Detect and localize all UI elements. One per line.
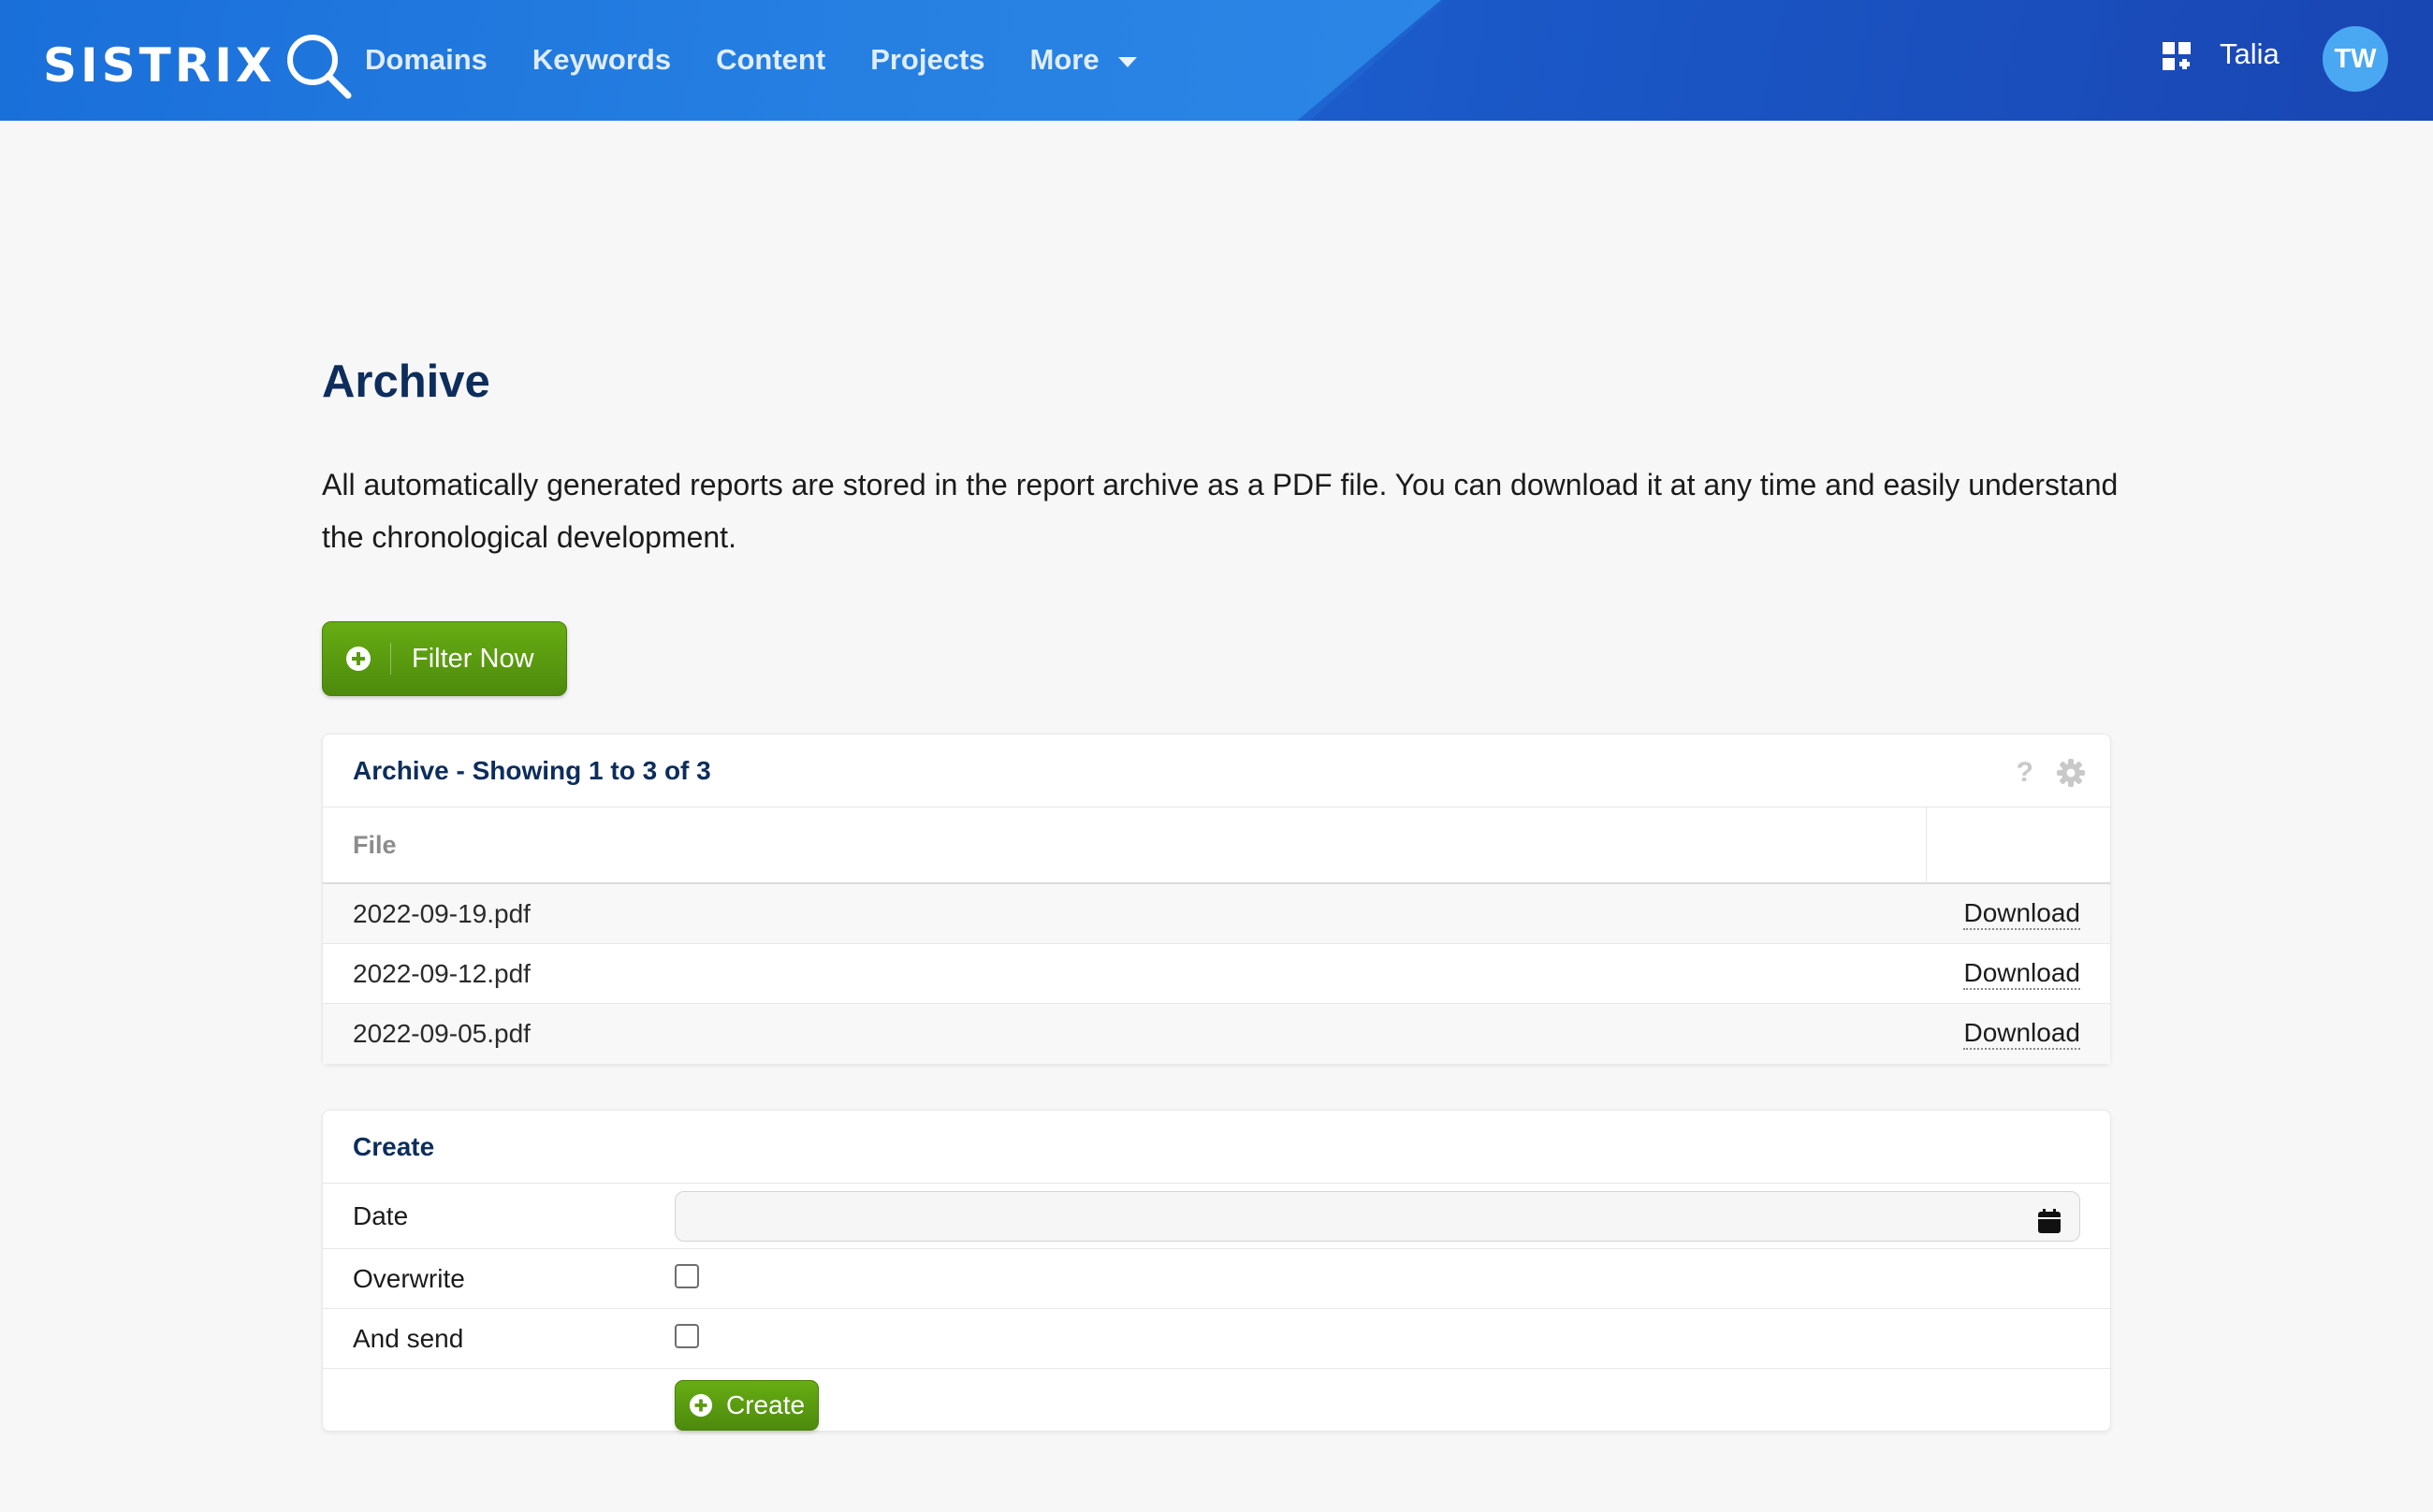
nav-item-label: Projects bbox=[870, 43, 985, 76]
sistrix-logo[interactable]: SISTRIX bbox=[43, 28, 354, 103]
caret-down-icon bbox=[1117, 56, 1137, 67]
button-separator bbox=[390, 643, 391, 675]
date-label: Date bbox=[353, 1200, 409, 1230]
overwrite-checkbox[interactable] bbox=[675, 1263, 699, 1288]
nav-item-keywords[interactable]: Keywords bbox=[532, 36, 671, 84]
download-link[interactable]: Download bbox=[1963, 1018, 2080, 1050]
nav-item-label: Content bbox=[716, 43, 826, 76]
calendar-icon[interactable] bbox=[2036, 1208, 2062, 1234]
nav-item-label: Keywords bbox=[532, 43, 672, 76]
and-send-row: And send bbox=[323, 1309, 2110, 1369]
main-nav: Domains Keywords Content Projects More bbox=[365, 36, 1182, 84]
page-intro: All automatically generated reports are … bbox=[322, 468, 2119, 554]
download-link[interactable]: Download bbox=[1963, 958, 2080, 990]
submit-row: Create bbox=[323, 1369, 2110, 1442]
create-panel: Create Date Overwrite And send Create bbox=[322, 1110, 2111, 1432]
avatar-initials: TW bbox=[2334, 43, 2377, 74]
file-name: 2022-09-05.pdf bbox=[353, 1019, 531, 1048]
overwrite-row: Overwrite bbox=[323, 1249, 2110, 1309]
nav-item-domains[interactable]: Domains bbox=[365, 36, 488, 84]
table-header: File bbox=[323, 807, 2110, 884]
apps-grid-icon[interactable] bbox=[2162, 41, 2192, 71]
file-name: 2022-09-12.pdf bbox=[353, 958, 531, 988]
column-header-file[interactable]: File bbox=[353, 831, 397, 860]
create-heading: Create bbox=[353, 1131, 435, 1161]
avatar[interactable]: TW bbox=[2323, 26, 2388, 92]
nav-item-more[interactable]: More bbox=[1030, 36, 1137, 84]
download-link[interactable]: Download bbox=[1963, 898, 2080, 930]
create-button[interactable]: Create bbox=[675, 1380, 819, 1431]
plus-circle-icon bbox=[689, 1393, 713, 1418]
archive-heading: Archive - Showing 1 to 3 of 3 bbox=[353, 755, 711, 785]
filter-now-label: Filter Now bbox=[412, 643, 534, 674]
nav-item-label: More bbox=[1029, 43, 1100, 76]
file-name: 2022-09-19.pdf bbox=[353, 898, 531, 928]
date-row: Date bbox=[323, 1184, 2110, 1249]
nav-item-content[interactable]: Content bbox=[716, 36, 825, 84]
date-input[interactable] bbox=[675, 1190, 2080, 1242]
archive-panel: Archive - Showing 1 to 3 of 3 ? File 202… bbox=[322, 734, 2111, 1065]
top-navigation-bar: SISTRIX Domains Keywords Content Project… bbox=[0, 0, 2433, 121]
create-panel-header: Create bbox=[323, 1111, 2110, 1184]
panel-tools: ? bbox=[2017, 757, 2086, 789]
and-send-label: And send bbox=[353, 1323, 464, 1353]
user-name[interactable]: Talia bbox=[2220, 37, 2280, 71]
table-row: 2022-09-05.pdf Download bbox=[323, 1004, 2110, 1064]
plus-circle-icon bbox=[346, 647, 371, 671]
column-divider bbox=[1926, 807, 1927, 882]
and-send-checkbox[interactable] bbox=[675, 1323, 699, 1348]
filter-now-button[interactable]: Filter Now bbox=[322, 621, 567, 696]
create-button-label: Create bbox=[726, 1390, 806, 1419]
overwrite-label: Overwrite bbox=[353, 1263, 465, 1293]
archive-table-body: 2022-09-19.pdf Download 2022-09-12.pdf D… bbox=[323, 884, 2110, 1064]
archive-panel-header: Archive - Showing 1 to 3 of 3 ? bbox=[323, 734, 2110, 807]
nav-item-label: Domains bbox=[365, 43, 488, 76]
table-row: 2022-09-19.pdf Download bbox=[323, 884, 2110, 944]
table-row: 2022-09-12.pdf Download bbox=[323, 944, 2110, 1004]
magnifier-icon bbox=[287, 35, 352, 99]
help-icon[interactable]: ? bbox=[2017, 757, 2033, 789]
page-title: Archive bbox=[322, 356, 490, 407]
logo-text: SISTRIX bbox=[43, 38, 276, 93]
nav-item-projects[interactable]: Projects bbox=[870, 36, 984, 84]
gear-icon[interactable] bbox=[2056, 758, 2086, 788]
